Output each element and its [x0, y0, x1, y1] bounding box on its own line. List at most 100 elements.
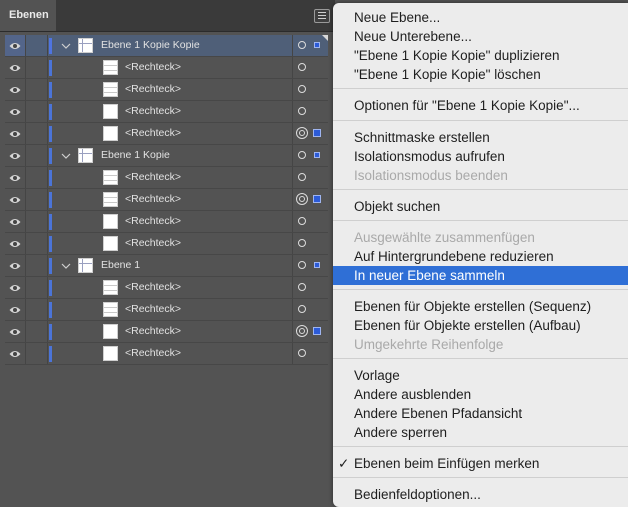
target-icon[interactable] — [298, 63, 306, 71]
eye-icon[interactable] — [5, 233, 26, 254]
menu-item-label: Neue Unterebene... — [354, 29, 472, 44]
tab-ebenen[interactable]: Ebenen — [0, 0, 56, 31]
column-divider — [292, 255, 293, 276]
eye-icon[interactable] — [5, 299, 26, 320]
menu-item[interactable]: Andere Ebenen Pfadansicht — [333, 404, 628, 423]
layer-row[interactable]: Ebene 1 — [5, 255, 328, 277]
menu-item[interactable]: "Ebene 1 Kopie Kopie" duplizieren — [333, 46, 628, 65]
lock-toggle[interactable] — [26, 145, 48, 166]
lock-toggle[interactable] — [26, 123, 48, 144]
lock-toggle[interactable] — [26, 167, 48, 188]
target-icon[interactable] — [298, 173, 306, 181]
target-icon[interactable] — [298, 261, 306, 269]
menu-item[interactable]: Andere sperren — [333, 423, 628, 442]
menu-item[interactable]: Neue Unterebene... — [333, 27, 628, 46]
eye-icon[interactable] — [5, 145, 26, 166]
object-row[interactable]: <Rechteck> — [5, 233, 328, 255]
lock-toggle[interactable] — [26, 255, 48, 276]
eye-icon[interactable] — [5, 277, 26, 298]
chevron-down-icon[interactable] — [60, 149, 72, 161]
menu-item-label: "Ebene 1 Kopie Kopie" duplizieren — [354, 48, 560, 63]
menu-item[interactable]: Objekt suchen — [333, 197, 628, 216]
object-row[interactable]: <Rechteck> — [5, 167, 328, 189]
chevron-down-icon[interactable] — [60, 259, 72, 271]
menu-item[interactable]: Schnittmaske erstellen — [333, 128, 628, 147]
target-icon[interactable] — [298, 349, 306, 357]
lock-toggle[interactable] — [26, 79, 48, 100]
selection-indicator[interactable] — [313, 195, 321, 203]
layer-color-bar — [49, 324, 52, 340]
thumbnail — [103, 126, 118, 141]
layer-row[interactable]: Ebene 1 Kopie — [5, 145, 328, 167]
target-icon[interactable] — [298, 305, 306, 313]
object-row[interactable]: <Rechteck> — [5, 123, 328, 145]
selection-indicator[interactable] — [314, 42, 320, 48]
target-icon[interactable] — [298, 283, 306, 291]
object-row[interactable]: <Rechteck> — [5, 101, 328, 123]
menu-item[interactable]: Ebenen für Objekte erstellen (Aufbau) — [333, 316, 628, 335]
menu-item[interactable]: Vorlage — [333, 366, 628, 385]
menu-item[interactable]: Andere ausblenden — [333, 385, 628, 404]
target-icon[interactable] — [298, 107, 306, 115]
target-icon[interactable] — [298, 217, 306, 225]
eye-icon[interactable] — [5, 343, 26, 364]
target-icon[interactable] — [298, 85, 306, 93]
menu-item[interactable]: "Ebene 1 Kopie Kopie" löschen — [333, 65, 628, 84]
lock-toggle[interactable] — [26, 321, 48, 342]
chevron-down-icon[interactable] — [60, 39, 72, 51]
target-icon[interactable] — [298, 239, 306, 247]
menu-item[interactable]: Auf Hintergrundebene reduzieren — [333, 247, 628, 266]
lock-toggle[interactable] — [26, 343, 48, 364]
target-icon[interactable] — [296, 193, 308, 205]
eye-icon[interactable] — [5, 57, 26, 78]
object-row[interactable]: <Rechteck> — [5, 299, 328, 321]
menu-item[interactable]: Optionen für "Ebene 1 Kopie Kopie"... — [333, 96, 628, 115]
object-name: <Rechteck> — [125, 61, 182, 73]
target-icon[interactable] — [298, 41, 306, 49]
eye-icon[interactable] — [5, 101, 26, 122]
eye-icon[interactable] — [5, 167, 26, 188]
lock-toggle[interactable] — [26, 189, 48, 210]
lock-toggle[interactable] — [26, 57, 48, 78]
eye-icon[interactable] — [5, 255, 26, 276]
menu-item[interactable]: ✓ Ebenen beim Einfügen merken — [333, 454, 628, 473]
eye-icon[interactable] — [5, 35, 26, 56]
lock-toggle[interactable] — [26, 277, 48, 298]
panel-menu-button[interactable] — [314, 9, 330, 23]
eye-icon[interactable] — [5, 211, 26, 232]
menu-item[interactable]: Ebenen für Objekte erstellen (Sequenz) — [333, 297, 628, 316]
lock-toggle[interactable] — [26, 233, 48, 254]
object-row[interactable]: <Rechteck> — [5, 57, 328, 79]
object-row[interactable]: <Rechteck> — [5, 79, 328, 101]
selection-indicator[interactable] — [313, 129, 321, 137]
column-divider — [292, 123, 293, 144]
object-row[interactable]: <Rechteck> — [5, 321, 328, 343]
layer-row[interactable]: Ebene 1 Kopie Kopie — [5, 35, 328, 57]
menu-item[interactable]: Bedienfeldoptionen... — [333, 485, 628, 504]
eye-icon[interactable] — [5, 321, 26, 342]
target-icon[interactable] — [298, 151, 306, 159]
menu-item[interactable]: Neue Ebene... — [333, 8, 628, 27]
column-divider — [292, 233, 293, 254]
object-row[interactable]: <Rechteck> — [5, 343, 328, 365]
eye-icon[interactable] — [5, 79, 26, 100]
eye-icon[interactable] — [5, 123, 26, 144]
selection-indicator[interactable] — [313, 327, 321, 335]
menu-item[interactable]: Isolationsmodus aufrufen — [333, 147, 628, 166]
menu-separator — [333, 289, 628, 290]
lock-toggle[interactable] — [26, 211, 48, 232]
object-row[interactable]: <Rechteck> — [5, 211, 328, 233]
target-icon[interactable] — [296, 325, 308, 337]
object-row[interactable]: <Rechteck> — [5, 189, 328, 211]
eye-icon[interactable] — [5, 189, 26, 210]
lock-toggle[interactable] — [26, 35, 48, 56]
menu-item[interactable]: In neuer Ebene sammeln — [333, 266, 628, 285]
column-divider — [292, 101, 293, 122]
object-row[interactable]: <Rechteck> — [5, 277, 328, 299]
target-icon[interactable] — [296, 127, 308, 139]
selection-indicator[interactable] — [314, 152, 320, 158]
lock-toggle[interactable] — [26, 299, 48, 320]
selection-indicator[interactable] — [314, 262, 320, 268]
layer-color-bar — [49, 280, 52, 296]
lock-toggle[interactable] — [26, 101, 48, 122]
